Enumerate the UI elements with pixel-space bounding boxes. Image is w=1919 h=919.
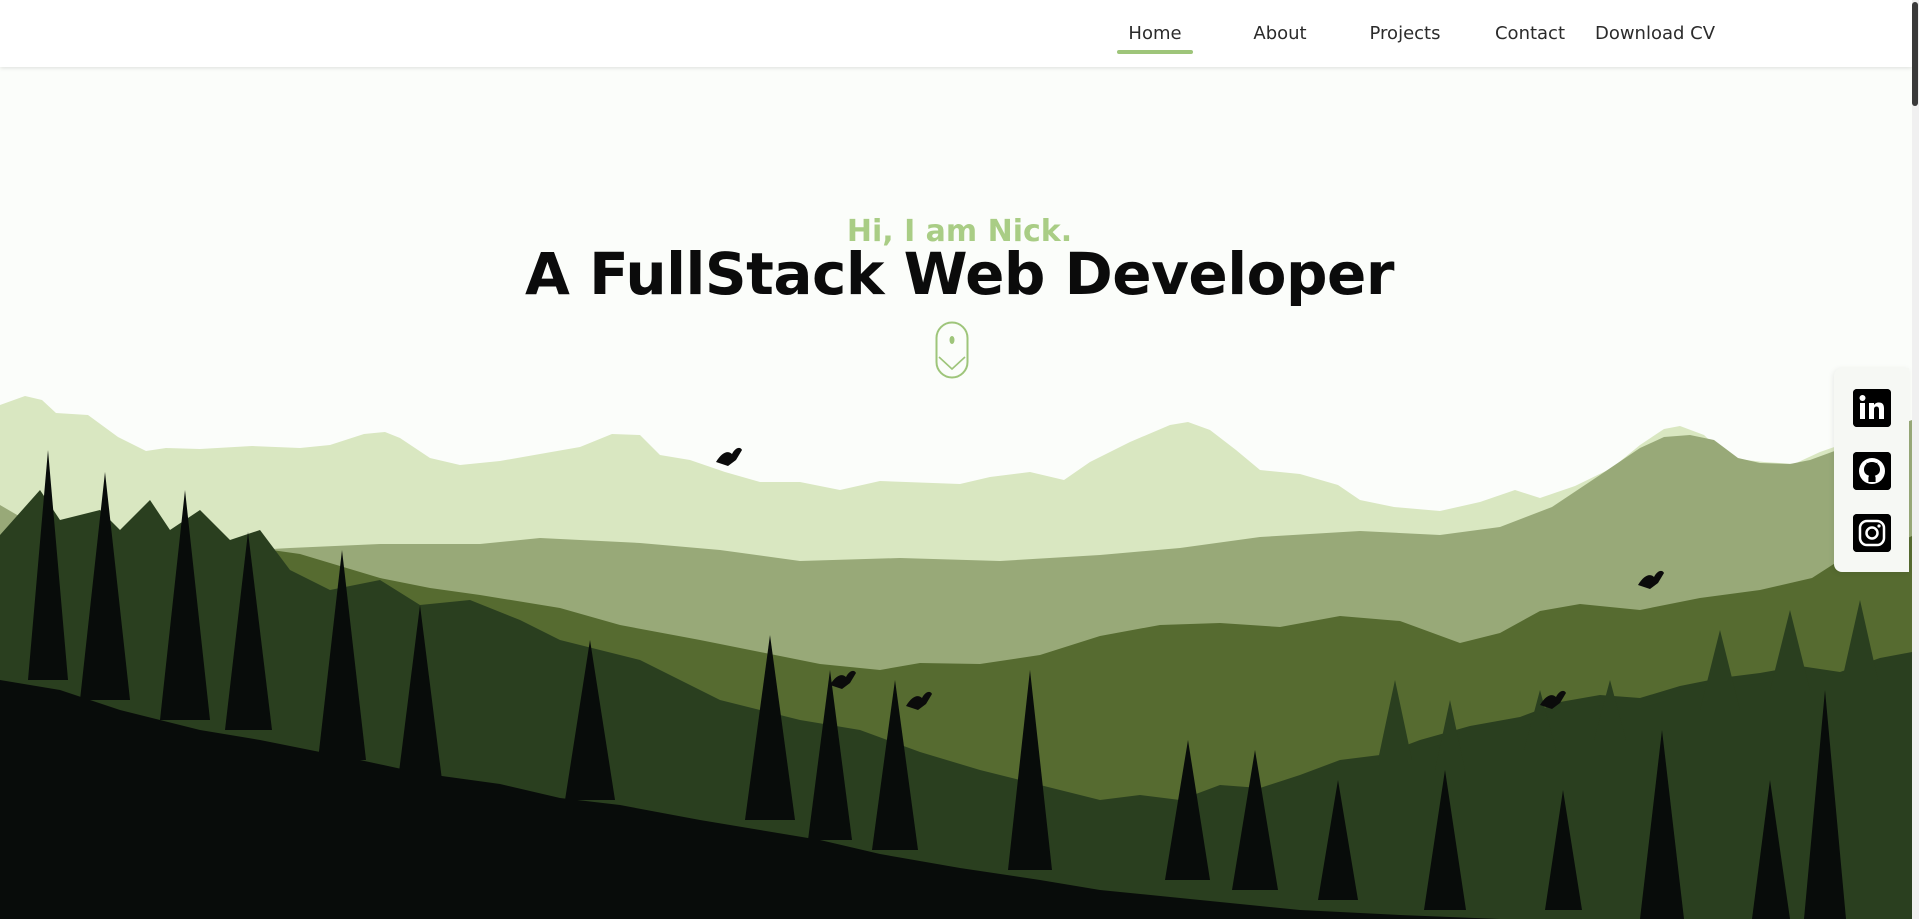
forest-landscape-illustration — [0, 396, 1912, 919]
nav-link-download-cv[interactable]: Download CV — [1594, 0, 1716, 67]
nav-link-home[interactable]: Home — [1117, 0, 1193, 67]
mouse-scroll-icon[interactable] — [935, 321, 969, 379]
social-links-panel — [1834, 368, 1909, 572]
page: Home About Projects Contact Download CV … — [0, 0, 1919, 919]
page-scrollbar[interactable] — [1912, 0, 1919, 919]
instagram-icon[interactable] — [1853, 514, 1891, 552]
github-icon[interactable] — [1853, 452, 1891, 490]
scrollbar-thumb[interactable] — [1912, 2, 1918, 106]
nav-link-contact[interactable]: Contact — [1489, 0, 1571, 67]
nav-link-projects[interactable]: Projects — [1361, 0, 1449, 67]
hero-title: A FullStack Web Developer — [525, 240, 1394, 308]
linkedin-icon[interactable] — [1853, 389, 1891, 427]
top-navbar: Home About Projects Contact Download CV — [0, 0, 1912, 67]
nav-link-about[interactable]: About — [1244, 0, 1316, 67]
